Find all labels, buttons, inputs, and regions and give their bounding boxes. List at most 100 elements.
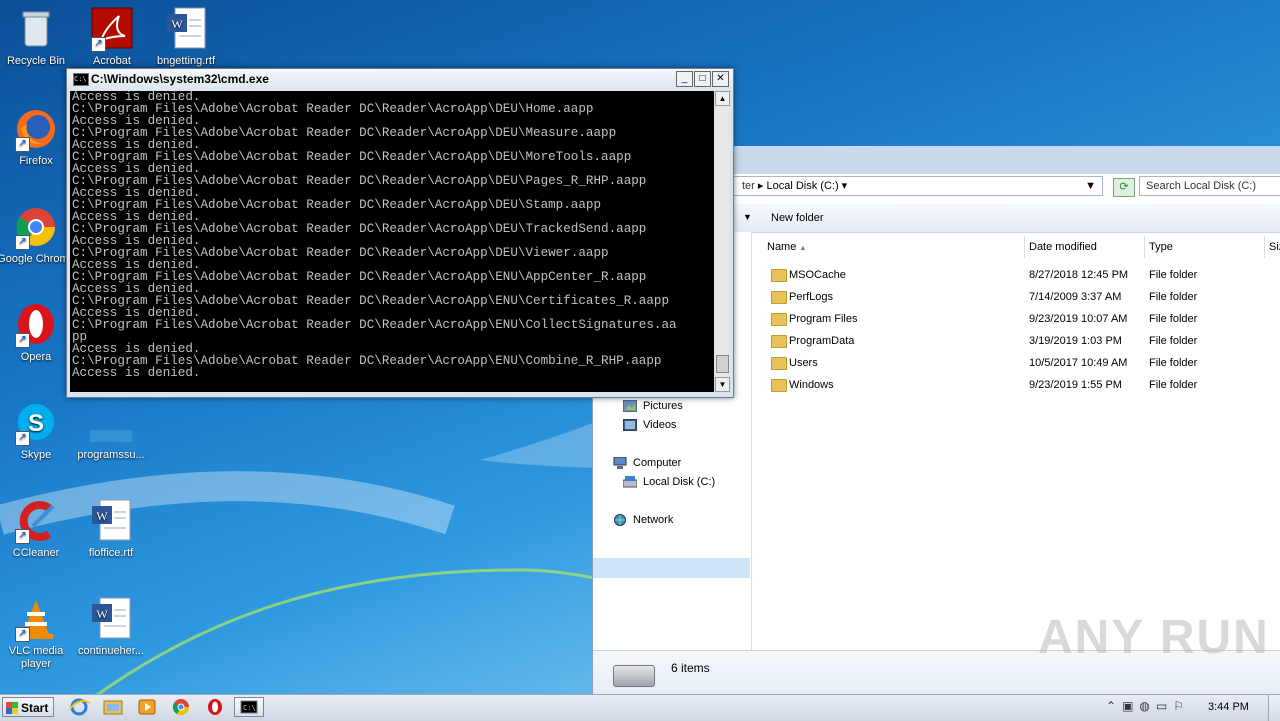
network-icon bbox=[613, 514, 627, 526]
vertical-scrollbar[interactable]: ▲ ▼ bbox=[715, 91, 730, 392]
item-count: 6 items bbox=[671, 661, 710, 675]
file-list: Name ▲ Date modified Type Siz MSOCache 8… bbox=[753, 232, 1280, 650]
nav-item-local-disk[interactable]: Local Disk (C:) bbox=[622, 476, 715, 488]
address-dropdown-icon[interactable]: ▼ bbox=[1085, 177, 1096, 195]
svg-text:S: S bbox=[28, 410, 44, 437]
desktop-icon-vlc[interactable]: ↗ VLC media player bbox=[0, 596, 75, 671]
table-row[interactable]: ProgramData 3/19/2019 1:03 PM File folde… bbox=[753, 332, 1280, 352]
firefox-icon: ↗ bbox=[13, 106, 59, 152]
desktop-icon-bngetting[interactable]: W bngetting.rtf bbox=[147, 6, 225, 68]
nav-item-computer[interactable]: Computer bbox=[613, 456, 681, 469]
windows-logo-icon bbox=[6, 702, 18, 714]
console-output[interactable]: Access is denied. C:\Program Files\Adobe\… bbox=[70, 91, 714, 392]
taskbar-chrome[interactable] bbox=[168, 697, 194, 717]
folder-icon bbox=[771, 313, 787, 326]
taskbar-explorer[interactable] bbox=[100, 697, 126, 717]
desktop-icon-firefox[interactable]: ↗ Firefox bbox=[0, 106, 75, 168]
file-type: File folder bbox=[1149, 269, 1198, 281]
file-date: 9/23/2019 1:55 PM bbox=[1029, 379, 1122, 391]
taskbar-media-player[interactable] bbox=[134, 697, 160, 717]
acrobat-icon: ↗ bbox=[89, 6, 135, 52]
taskbar-ie[interactable] bbox=[66, 697, 92, 717]
media-player-icon bbox=[138, 699, 156, 715]
word-document-icon: W bbox=[163, 6, 209, 52]
folder-icon bbox=[771, 335, 787, 348]
file-name: ProgramData bbox=[789, 335, 855, 347]
desktop-icon-chrome[interactable]: ↗ Google Chrome bbox=[0, 204, 75, 266]
desktop-icon-recycle-bin[interactable]: Recycle Bin bbox=[0, 6, 75, 68]
desktop-icon-acrobat[interactable]: ↗ Acrobat bbox=[73, 6, 151, 68]
file-date: 7/14/2009 3:37 AM bbox=[1029, 291, 1122, 303]
maximize-button[interactable]: □ bbox=[694, 71, 711, 87]
file-type: File folder bbox=[1149, 313, 1198, 325]
videos-icon bbox=[622, 418, 638, 432]
file-type: File folder bbox=[1149, 357, 1198, 369]
address-bar[interactable]: ter ▸ Local Disk (C:) ▾ ▼ bbox=[733, 176, 1103, 196]
start-button[interactable]: Start bbox=[2, 697, 54, 717]
taskbar: Start C:\ ⌃ ▣ ◍ ▭ ⚐ 3:44 PM bbox=[0, 694, 1280, 721]
address-partial: ter bbox=[742, 180, 755, 192]
folder-icon bbox=[103, 700, 123, 715]
close-button[interactable]: ✕ bbox=[712, 71, 729, 87]
svg-text:C:\: C:\ bbox=[243, 704, 256, 712]
table-row[interactable]: Windows 9/23/2019 1:55 PM File folder bbox=[753, 376, 1280, 396]
table-row[interactable]: MSOCache 8/27/2018 12:45 PM File folder bbox=[753, 266, 1280, 286]
search-input[interactable]: Search Local Disk (C:) bbox=[1139, 176, 1280, 196]
file-type: File folder bbox=[1149, 379, 1198, 391]
file-type: File folder bbox=[1149, 291, 1198, 303]
desktop-icon-ccleaner[interactable]: ↗ CCleaner bbox=[0, 498, 75, 560]
file-date: 9/23/2019 10:07 AM bbox=[1029, 313, 1128, 325]
skype-icon: S ↗ bbox=[13, 400, 59, 446]
chrome-icon: ↗ bbox=[13, 204, 59, 250]
clock[interactable]: 3:44 PM bbox=[1208, 701, 1249, 713]
recycle-bin-icon bbox=[13, 6, 59, 52]
chevron-up-icon[interactable]: ⌃ bbox=[1106, 699, 1116, 713]
file-date: 8/27/2018 12:45 PM bbox=[1029, 269, 1129, 281]
opera-icon bbox=[208, 699, 222, 715]
desktop-icon-opera[interactable]: ↗ Opera bbox=[0, 302, 75, 364]
scroll-up-icon[interactable]: ▲ bbox=[715, 91, 730, 106]
minimize-button[interactable]: _ bbox=[676, 71, 693, 87]
nav-item-network[interactable]: Network bbox=[613, 514, 673, 526]
drive-icon bbox=[613, 665, 655, 687]
chrome-icon bbox=[172, 699, 190, 716]
table-row[interactable]: Program Files 9/23/2019 10:07 AM File fo… bbox=[753, 310, 1280, 330]
table-row[interactable]: Users 10/5/2017 10:49 AM File folder bbox=[753, 354, 1280, 374]
file-name: Windows bbox=[789, 379, 834, 391]
power-icon[interactable]: ▭ bbox=[1156, 699, 1167, 713]
ccleaner-icon: ↗ bbox=[13, 498, 59, 544]
column-header-name[interactable]: Name ▲ bbox=[753, 236, 1025, 258]
network-tray-icon[interactable]: ▣ bbox=[1122, 699, 1133, 713]
console-line: Access is denied. bbox=[72, 366, 201, 380]
scroll-thumb[interactable] bbox=[716, 355, 729, 373]
show-desktop-button[interactable] bbox=[1268, 695, 1280, 721]
organize-dropdown-icon[interactable]: ▼ bbox=[743, 212, 752, 222]
column-header-type[interactable]: Type bbox=[1145, 236, 1265, 258]
blank-file-icon bbox=[88, 400, 134, 446]
chevron-down-icon[interactable]: ▾ bbox=[842, 180, 848, 192]
desktop-icon-skype[interactable]: S ↗ Skype bbox=[0, 400, 75, 462]
cmd-titlebar[interactable]: C:\ C:\Windows\system32\cmd.exe _ □ ✕ bbox=[67, 69, 733, 89]
flag-icon[interactable]: ⚐ bbox=[1173, 699, 1184, 713]
nav-item-pictures[interactable]: Pictures bbox=[622, 399, 683, 413]
svg-text:W: W bbox=[96, 607, 108, 621]
desktop-icon-floffice[interactable]: W floffice.rtf bbox=[72, 498, 150, 560]
nav-selection-highlight bbox=[593, 558, 750, 578]
file-name: Users bbox=[789, 357, 818, 369]
refresh-icon[interactable]: ⟳ bbox=[1113, 178, 1135, 197]
nav-item-videos[interactable]: Videos bbox=[622, 418, 676, 432]
new-folder-button[interactable]: New folder bbox=[771, 212, 824, 224]
cmd-title: C:\Windows\system32\cmd.exe bbox=[91, 72, 269, 86]
cmd-icon: C:\ bbox=[73, 73, 89, 86]
folder-icon bbox=[771, 379, 787, 392]
taskbar-opera[interactable] bbox=[202, 697, 228, 717]
desktop-icon-programssu[interactable]: programssu... bbox=[72, 400, 150, 462]
desktop-icon-continueher[interactable]: W continueher... bbox=[72, 596, 150, 658]
table-row[interactable]: PerfLogs 7/14/2009 3:37 AM File folder bbox=[753, 288, 1280, 308]
volume-icon[interactable]: ◍ bbox=[1139, 699, 1149, 713]
column-header-size[interactable]: Siz bbox=[1265, 236, 1280, 258]
taskbar-cmd[interactable]: C:\ bbox=[234, 697, 264, 717]
address-location[interactable]: Local Disk (C:) bbox=[766, 180, 838, 192]
column-header-date[interactable]: Date modified bbox=[1025, 236, 1145, 258]
scroll-down-icon[interactable]: ▼ bbox=[715, 377, 730, 392]
